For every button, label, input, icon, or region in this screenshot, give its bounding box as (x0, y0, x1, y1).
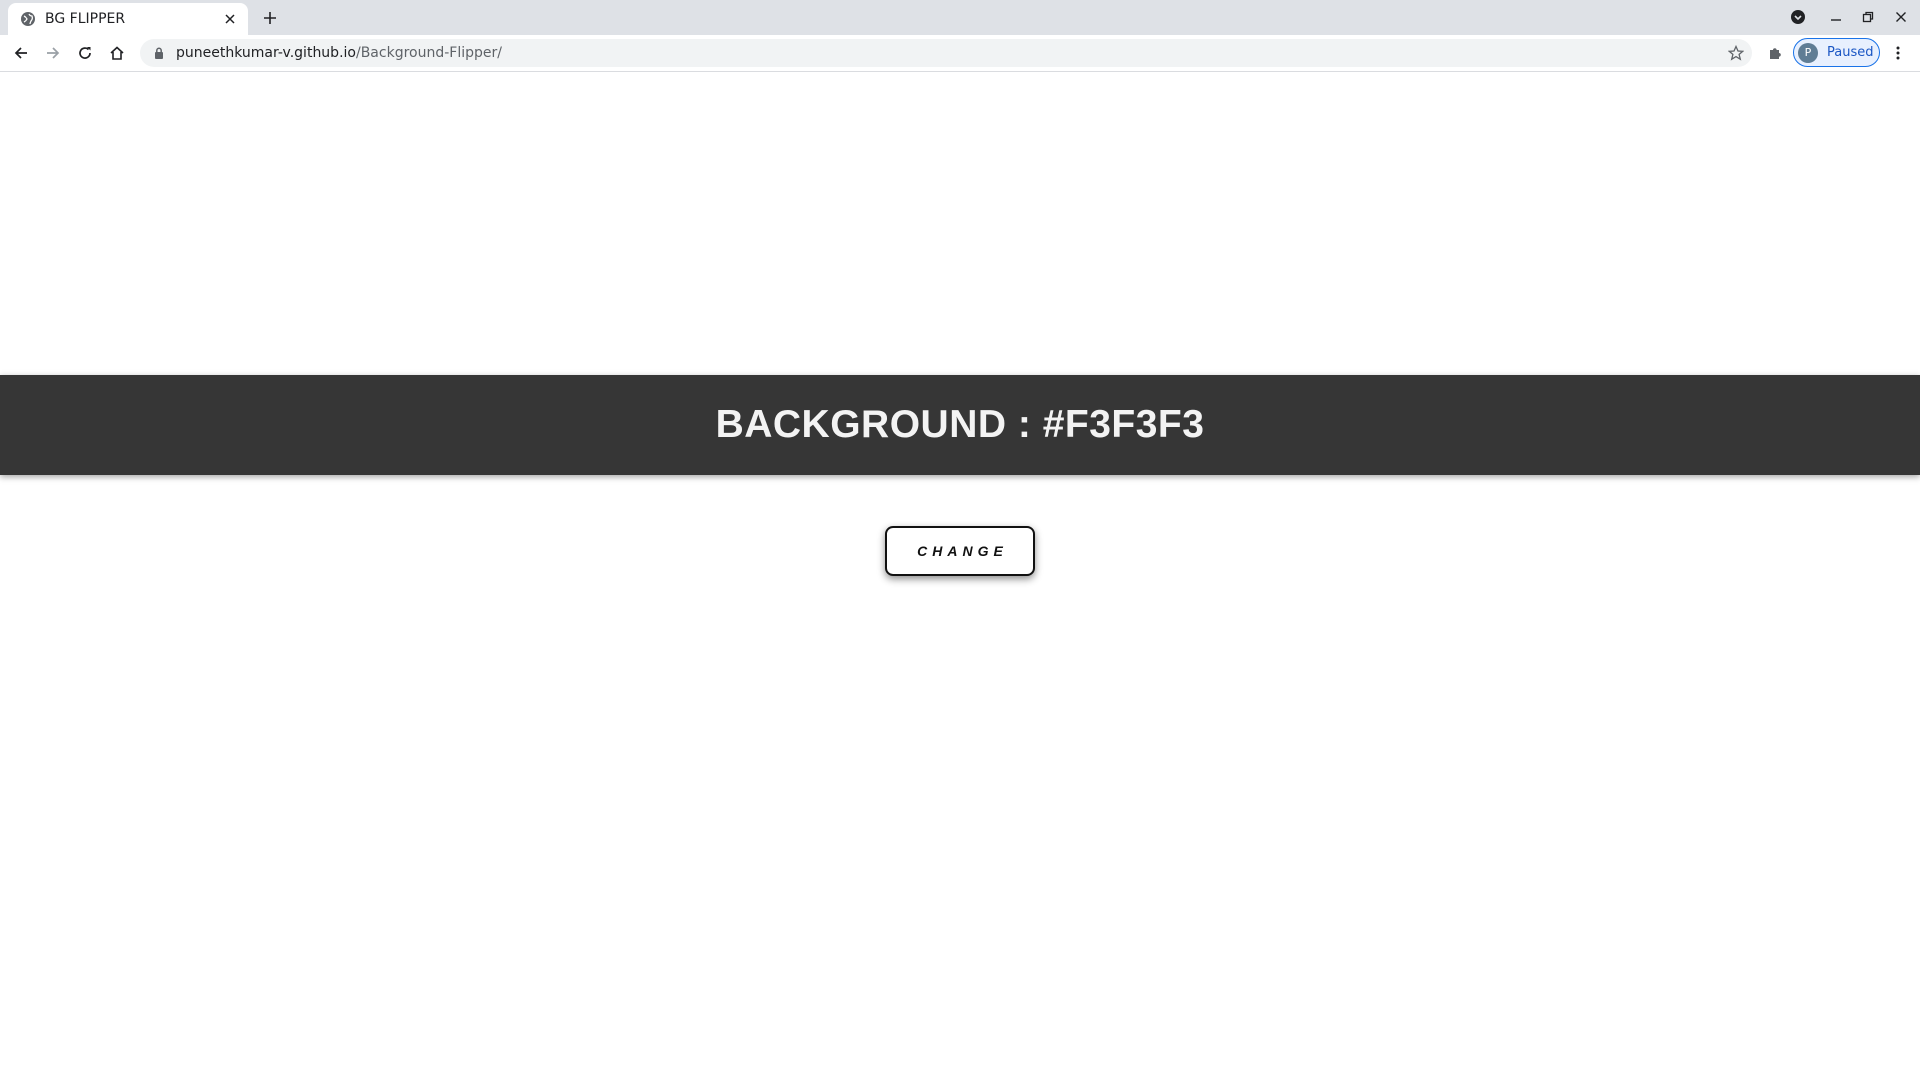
tab-title: BG FLIPPER (45, 11, 126, 27)
url-text: puneethkumar-v.github.io/Background-Flip… (176, 45, 502, 61)
globe-icon (20, 11, 36, 27)
address-bar[interactable]: puneethkumar-v.github.io/Background-Flip… (140, 39, 1752, 67)
bookmark-star-icon[interactable] (1728, 45, 1744, 61)
url-host: puneethkumar-v.github.io (176, 45, 356, 61)
close-window-icon[interactable] (1888, 5, 1914, 29)
forward-arrow-icon[interactable] (39, 39, 67, 67)
avatar: P (1798, 42, 1818, 63)
restore-icon[interactable] (1855, 5, 1881, 29)
menu-kebab-icon[interactable] (1884, 39, 1912, 67)
url-path: /Background-Flipper/ (355, 45, 502, 61)
tab-search-icon[interactable] (1785, 5, 1811, 29)
browser-toolbar: puneethkumar-v.github.io/Background-Flip… (0, 35, 1920, 72)
color-banner: BACKGROUND : #F3F3F3 (0, 375, 1920, 475)
profile-button[interactable]: P Paused (1793, 38, 1880, 67)
browser-tab-strip: BG FLIPPER (0, 0, 1920, 35)
home-icon[interactable] (103, 39, 131, 67)
close-tab-icon[interactable] (222, 11, 238, 27)
background-color-heading: BACKGROUND : #F3F3F3 (715, 403, 1205, 446)
back-arrow-icon[interactable] (7, 39, 35, 67)
lock-icon[interactable] (152, 46, 166, 60)
change-button[interactable]: CHANGE (885, 526, 1035, 576)
profile-status: Paused (1827, 45, 1874, 60)
new-tab-icon[interactable] (258, 6, 282, 30)
browser-tab[interactable]: BG FLIPPER (8, 3, 248, 35)
reload-icon[interactable] (71, 39, 99, 67)
page-content: BACKGROUND : #F3F3F3 CHANGE (0, 72, 1920, 1080)
extensions-puzzle-icon[interactable] (1761, 39, 1789, 67)
minimize-icon[interactable] (1823, 5, 1849, 29)
